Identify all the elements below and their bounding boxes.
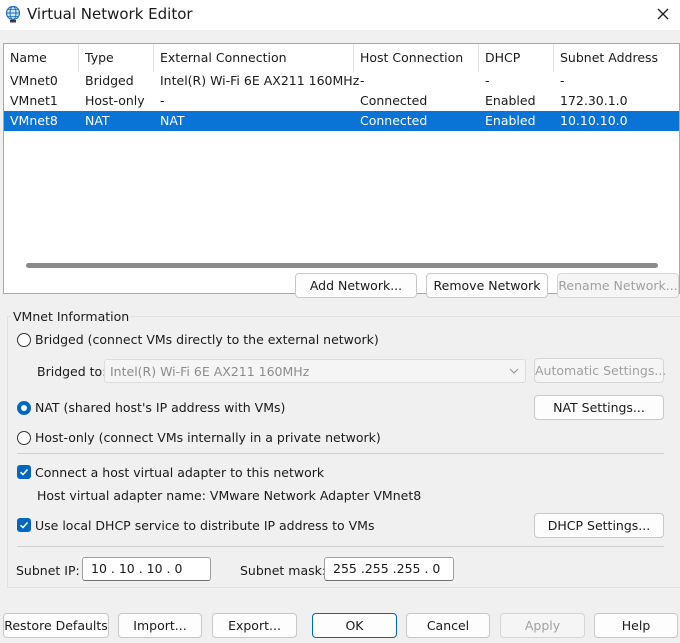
subnet-ip-input[interactable]: 10 . 10 . 10 . 0 <box>82 557 211 581</box>
connect-adapter-checkbox[interactable] <box>17 465 31 479</box>
bridged-radio[interactable] <box>17 333 31 347</box>
cell-host: Connected <box>360 113 428 128</box>
cell-subnet: 10.10.10.0 <box>560 113 628 128</box>
table-row-selected[interactable]: VMnet8 NAT NAT Connected Enabled 10.10.1… <box>4 111 679 131</box>
cell-dhcp: Enabled <box>485 113 536 128</box>
dhcp-checkbox[interactable] <box>17 518 31 532</box>
cancel-button[interactable]: Cancel <box>406 613 490 638</box>
host-only-radio[interactable] <box>17 431 31 445</box>
network-list[interactable]: Name Type External Connection Host Conne… <box>3 43 680 294</box>
close-icon <box>657 8 669 20</box>
rename-network-button[interactable]: Rename Network... <box>557 273 679 298</box>
vmnet-info-group <box>7 316 680 588</box>
bridged-to-label: Bridged to: <box>37 364 107 379</box>
adapter-name-text: Host virtual adapter name: VMware Networ… <box>37 488 422 503</box>
cell-name: VMnet1 <box>10 93 58 108</box>
subnet-mask-input[interactable]: 255 .255 .255 . 0 <box>324 557 454 581</box>
close-button[interactable] <box>646 0 680 28</box>
automatic-settings-button[interactable]: Automatic Settings... <box>534 358 666 383</box>
subnet-mask-label: Subnet mask: <box>240 563 327 578</box>
cell-type: Bridged <box>85 73 134 88</box>
connect-adapter-label[interactable]: Connect a host virtual adapter to this n… <box>35 465 324 480</box>
cell-host: Connected <box>360 93 428 108</box>
cell-dhcp: Enabled <box>485 93 536 108</box>
import-button[interactable]: Import... <box>118 613 202 638</box>
cell-name: VMnet8 <box>10 113 58 128</box>
horizontal-scrollbar[interactable] <box>26 263 658 268</box>
checkmark-icon <box>19 468 29 476</box>
network-globe-icon <box>5 5 21 23</box>
ok-button[interactable]: OK <box>312 613 397 638</box>
dialog-body: Name Type External Connection Host Conne… <box>0 30 680 643</box>
cell-type: NAT <box>85 113 110 128</box>
column-header-name[interactable]: Name <box>4 44 79 72</box>
export-button[interactable]: Export... <box>212 613 297 638</box>
cell-dhcp: - <box>485 73 490 88</box>
bridged-to-value: Intel(R) Wi-Fi 6E AX211 160MHz <box>110 364 310 379</box>
cell-external: - <box>160 93 165 108</box>
window-title: Virtual Network Editor <box>27 5 193 23</box>
cell-subnet: 172.30.1.0 <box>560 93 628 108</box>
column-header-dhcp[interactable]: DHCP <box>479 44 554 72</box>
column-header-host[interactable]: Host Connection <box>354 44 479 72</box>
vmnet-info-title: VMnet Information <box>11 309 132 324</box>
cell-host: - <box>360 73 365 88</box>
checkmark-icon <box>19 521 29 529</box>
host-only-label[interactable]: Host-only (connect VMs internally in a p… <box>35 430 381 445</box>
column-header-subnet[interactable]: Subnet Address <box>554 44 680 72</box>
cell-subnet: - <box>560 73 565 88</box>
column-header-external[interactable]: External Connection <box>154 44 354 72</box>
nat-radio[interactable] <box>17 401 31 415</box>
title-bar: Virtual Network Editor <box>0 0 680 30</box>
dhcp-label[interactable]: Use local DHCP service to distribute IP … <box>35 518 374 533</box>
table-row[interactable]: VMnet0 Bridged Intel(R) Wi-Fi 6E AX211 1… <box>4 71 679 91</box>
column-header-type[interactable]: Type <box>79 44 154 72</box>
dhcp-settings-button[interactable]: DHCP Settings... <box>534 513 664 538</box>
bridged-to-select[interactable]: Intel(R) Wi-Fi 6E AX211 160MHz <box>104 359 526 383</box>
cell-external: Intel(R) Wi-Fi 6E AX211 160MHz <box>160 73 360 88</box>
add-network-button[interactable]: Add Network... <box>295 273 417 298</box>
nat-label[interactable]: NAT (shared host's IP address with VMs) <box>35 400 285 415</box>
list-header: Name Type External Connection Host Conne… <box>4 44 679 72</box>
subnet-ip-label: Subnet IP: <box>16 563 80 578</box>
cell-external: NAT <box>160 113 185 128</box>
cell-type: Host-only <box>85 93 145 108</box>
divider <box>17 453 664 454</box>
nat-settings-button[interactable]: NAT Settings... <box>534 395 664 420</box>
chevron-down-icon <box>509 368 519 374</box>
help-button[interactable]: Help <box>594 613 678 638</box>
restore-defaults-button[interactable]: Restore Defaults <box>3 613 109 638</box>
divider <box>17 546 664 547</box>
apply-button[interactable]: Apply <box>500 613 585 638</box>
bridged-label[interactable]: Bridged (connect VMs directly to the ext… <box>35 332 379 347</box>
table-row[interactable]: VMnet1 Host-only - Connected Enabled 172… <box>4 91 679 111</box>
cell-name: VMnet0 <box>10 73 58 88</box>
remove-network-button[interactable]: Remove Network <box>426 273 548 298</box>
